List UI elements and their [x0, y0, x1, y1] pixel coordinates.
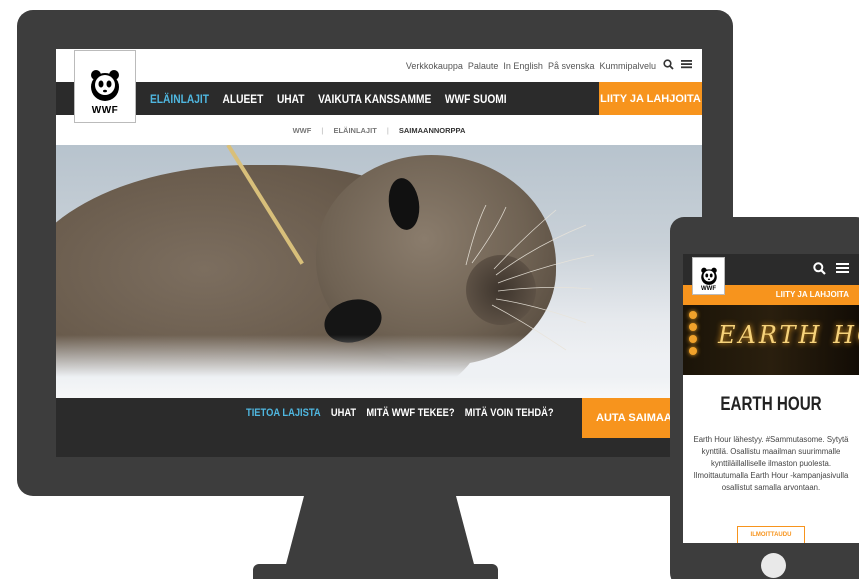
home-button[interactable] [761, 553, 786, 578]
desktop-monitor: Verkkokauppa Palaute In English På svens… [17, 10, 733, 496]
nav-item-vaikuta[interactable]: VAIKUTA KANSSAMME [318, 92, 431, 106]
utility-bar: Verkkokauppa Palaute In English På svens… [56, 49, 702, 82]
register-button[interactable]: ILMOITTAUDU [737, 526, 805, 543]
menu-icon[interactable] [681, 59, 692, 72]
device-mockup: Verkkokauppa Palaute In English På svens… [0, 0, 859, 579]
link-in-english[interactable]: In English [503, 61, 543, 71]
subnav-item-tietoa[interactable]: TIETOA LAJISTA [246, 407, 321, 419]
mobile-phone: WWF LIITY JA LAHJOITA EARTH HOUR EARTH H… [670, 217, 859, 579]
mobile-logo-text: WWF [701, 286, 716, 292]
mobile-body-text: Earth Hour lähestyy. #Sammutasome. Sytyt… [693, 435, 849, 492]
search-icon[interactable] [663, 58, 674, 73]
subnav-item-uhat[interactable]: UHAT [331, 407, 356, 419]
panda-icon [91, 70, 119, 101]
whiskers [465, 205, 595, 351]
nav-item-uhat[interactable]: UHAT [277, 92, 305, 106]
subnav-item-mita-wwf-tekee[interactable]: MITÄ WWF TEKEE? [366, 407, 454, 419]
monitor-stand-foot [253, 564, 498, 579]
desktop-screen: Verkkokauppa Palaute In English På svens… [56, 49, 702, 457]
subnav-item-mita-voin-tehda[interactable]: MITÄ VOIN TEHDÄ? [465, 407, 554, 419]
sub-nav: TIETOA LAJISTA UHAT MITÄ WWF TEKEE? MITÄ… [56, 398, 702, 457]
link-kummipalvelu[interactable]: Kummipalvelu [599, 61, 656, 71]
sub-nav-items: TIETOA LAJISTA UHAT MITÄ WWF TEKEE? MITÄ… [246, 398, 554, 428]
monitor-stand-neck [285, 496, 475, 568]
hero-image-seal [56, 145, 702, 398]
wwf-logo[interactable]: WWF [74, 50, 136, 123]
mobile-title: EARTH HOUR [720, 394, 822, 415]
breadcrumb-wwf[interactable]: WWF [293, 126, 312, 135]
logo-text: WWF [91, 105, 119, 116]
link-palaute[interactable]: Palaute [468, 61, 499, 71]
earth-hour-banner[interactable]: EARTH HOUR [683, 305, 859, 375]
breadcrumb-current: SAIMAANNORPPA [398, 125, 466, 135]
mobile-screen: WWF LIITY JA LAHJOITA EARTH HOUR EARTH H… [683, 254, 859, 543]
nav-item-wwf-suomi[interactable]: WWF SUOMI [445, 92, 507, 106]
link-pa-svenska[interactable]: På svenska [548, 61, 595, 71]
banner-text: EARTH HOUR [718, 321, 859, 349]
join-donate-button[interactable]: LIITY JA LAHJOITA [599, 82, 702, 115]
breadcrumb: WWF | ELÄINLAJIT | SAIMAANNORPPA [292, 125, 466, 135]
panda-icon [700, 267, 717, 285]
search-icon[interactable] [813, 262, 826, 278]
nav-item-alueet[interactable]: ALUEET [223, 92, 264, 106]
link-verkkokauppa[interactable]: Verkkokauppa [406, 61, 463, 71]
menu-icon[interactable] [836, 262, 849, 277]
nav-item-elainlajit[interactable]: ELÄINLAJIT [150, 92, 209, 106]
main-nav-items: ELÄINLAJIT ALUEET UHAT VAIKUTA KANSSAMME… [150, 92, 507, 106]
mobile-wwf-logo[interactable]: WWF [692, 257, 725, 295]
breadcrumb-elainlajit[interactable]: ELÄINLAJIT [333, 126, 376, 135]
main-nav: ELÄINLAJIT ALUEET UHAT VAIKUTA KANSSAMME… [56, 82, 702, 115]
